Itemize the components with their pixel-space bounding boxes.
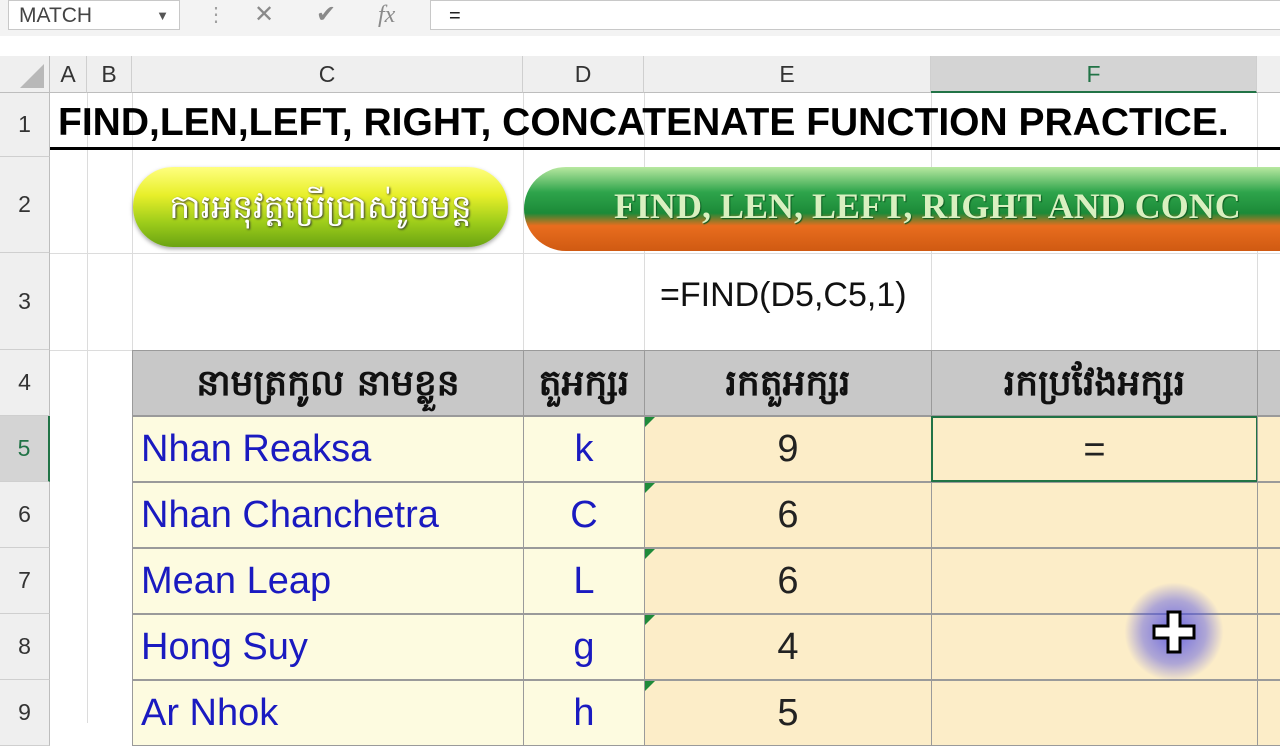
- table-row-char[interactable]: k: [523, 416, 645, 482]
- row-header-7[interactable]: 7: [0, 548, 50, 614]
- table-row-char[interactable]: h: [523, 680, 645, 746]
- header-find-character[interactable]: រកតួអក្សរ: [644, 350, 932, 416]
- sheet-title[interactable]: FIND,LEN,LEFT, RIGHT, CONCATENATE FUNCTI…: [50, 93, 1280, 150]
- select-all-corner[interactable]: [0, 56, 50, 93]
- row-header-4[interactable]: 4: [0, 350, 50, 416]
- khmer-banner-shape[interactable]: ការអនុវត្តប្រើប្រាស់រូបមន្ត: [133, 167, 508, 247]
- table-row-char[interactable]: C: [523, 482, 645, 548]
- table-row-find[interactable]: 5: [644, 680, 932, 746]
- table-row-extra[interactable]: [1257, 416, 1280, 482]
- table-row-find[interactable]: 4: [644, 614, 932, 680]
- column-header-g[interactable]: [1257, 56, 1280, 93]
- formula-bar: MATCH ▼ ⋮ ✕ ✔ fx =: [0, 0, 1280, 37]
- mouse-cursor-icon: [1124, 582, 1224, 682]
- row-header-5[interactable]: 5: [0, 416, 50, 482]
- table-row-find[interactable]: 6: [644, 548, 932, 614]
- error-indicator-icon: [645, 615, 655, 625]
- table-row-len[interactable]: [931, 680, 1258, 746]
- table-row-extra[interactable]: [1257, 614, 1280, 680]
- table-row-extra[interactable]: [1257, 680, 1280, 746]
- column-header-c[interactable]: C: [132, 56, 523, 93]
- find-value: 6: [777, 494, 799, 536]
- column-header-b[interactable]: B: [87, 56, 132, 93]
- active-cell-f5[interactable]: =: [931, 416, 1258, 482]
- find-value: 4: [777, 626, 799, 668]
- chevron-down-icon[interactable]: ▼: [156, 1, 169, 31]
- header-find-length[interactable]: រកប្រវែងអក្សរ: [931, 350, 1258, 416]
- column-header-f[interactable]: F: [931, 56, 1257, 93]
- table-row-name[interactable]: Ar Nhok: [132, 680, 524, 746]
- table-row-name[interactable]: Nhan Chanchetra: [132, 482, 524, 548]
- table-row-name[interactable]: Mean Leap: [132, 548, 524, 614]
- column-header-d[interactable]: D: [523, 56, 644, 93]
- english-banner-shape[interactable]: FIND, LEN, LEFT, RIGHT AND CONC: [524, 167, 1280, 251]
- table-row-len[interactable]: [931, 482, 1258, 548]
- find-value: 6: [777, 560, 799, 602]
- row-header-8[interactable]: 8: [0, 614, 50, 680]
- table-row-extra[interactable]: [1257, 482, 1280, 548]
- spreadsheet-grid: A B C D E F 1 2 3 4 5 6 7 8 9 FIND,LEN,L…: [0, 36, 1280, 746]
- table-row-find[interactable]: 6: [644, 482, 932, 548]
- formula-input[interactable]: =: [430, 0, 1280, 30]
- table-row-name[interactable]: Hong Suy: [132, 614, 524, 680]
- error-indicator-icon: [645, 417, 655, 427]
- column-header-e[interactable]: E: [644, 56, 931, 93]
- find-value: 5: [777, 692, 799, 734]
- error-indicator-icon: [645, 483, 655, 493]
- table-row-name[interactable]: Nhan Reaksa: [132, 416, 524, 482]
- sheet-top-spacer: [0, 36, 1280, 56]
- formula-text-e3[interactable]: =FIND(D5,C5,1): [660, 276, 907, 315]
- find-value: 9: [777, 428, 799, 470]
- name-box[interactable]: MATCH ▼: [8, 0, 180, 30]
- row-header-1[interactable]: 1: [0, 93, 50, 157]
- row-header-6[interactable]: 6: [0, 482, 50, 548]
- table-row-find[interactable]: 9: [644, 416, 932, 482]
- table-row-extra[interactable]: [1257, 548, 1280, 614]
- row-header-2[interactable]: 2: [0, 157, 50, 253]
- header-full-name[interactable]: នាមត្រកូល នាមខ្លួន: [132, 350, 524, 416]
- table-row-char[interactable]: L: [523, 548, 645, 614]
- drag-handle-icon[interactable]: ⋮: [206, 2, 226, 28]
- insert-function-icon[interactable]: fx: [378, 0, 395, 30]
- enter-icon[interactable]: ✔: [316, 0, 336, 30]
- gridline: [50, 253, 1280, 254]
- header-character[interactable]: តួអក្សរ: [523, 350, 645, 416]
- gridline: [87, 93, 88, 723]
- row-header-9[interactable]: 9: [0, 680, 50, 746]
- row-header-3[interactable]: 3: [0, 253, 50, 350]
- header-extra[interactable]: [1257, 350, 1280, 416]
- name-box-value: MATCH: [19, 4, 93, 27]
- error-indicator-icon: [645, 549, 655, 559]
- error-indicator-icon: [645, 681, 655, 691]
- cancel-icon[interactable]: ✕: [254, 0, 274, 30]
- column-header-a[interactable]: A: [50, 56, 87, 93]
- khmer-banner-text: ការអនុវត្តប្រើប្រាស់រូបមន្ត: [169, 187, 472, 226]
- table-row-char[interactable]: g: [523, 614, 645, 680]
- english-banner-text: FIND, LEN, LEFT, RIGHT AND CONC: [614, 186, 1241, 226]
